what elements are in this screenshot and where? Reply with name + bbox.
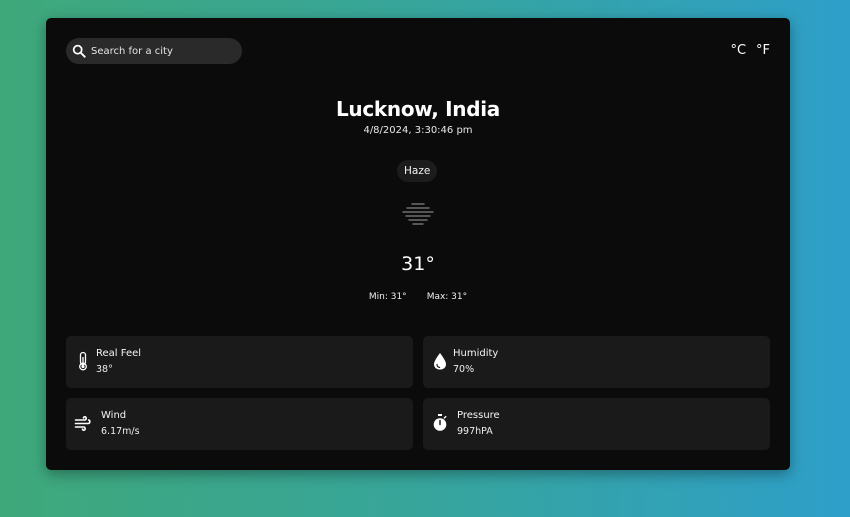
pressure-label: Pressure <box>457 410 500 421</box>
real-feel-label: Real Feel <box>96 348 142 359</box>
current-temperature: 31° <box>401 253 435 275</box>
max-temperature: Max: 31° <box>426 292 468 302</box>
search-icon[interactable] <box>72 44 86 58</box>
pressure-value: 997hPA <box>457 426 493 437</box>
thermometer-icon <box>79 351 87 371</box>
haze-icon <box>402 203 434 225</box>
real-feel-value: 38° <box>96 364 113 375</box>
search-bar[interactable] <box>66 38 242 64</box>
wind-icon <box>74 415 91 432</box>
wind-tile: Wind 6.17m/s <box>66 398 413 450</box>
pressure-tile: Pressure 997hPA <box>423 398 770 450</box>
wind-value: 6.17m/s <box>101 426 140 437</box>
city-name: Lucknow, India <box>335 97 501 121</box>
humidity-tile: Humidity 70% <box>423 336 770 388</box>
unit-toggle: °C °F <box>730 43 770 58</box>
min-temperature: Min: 31° <box>368 292 407 302</box>
water-drop-icon <box>434 353 446 370</box>
local-datetime: 4/8/2024, 3:30:46 pm <box>363 125 473 136</box>
humidity-value: 70% <box>453 364 475 375</box>
wind-label: Wind <box>101 410 127 421</box>
celsius-button[interactable]: °C <box>730 43 746 58</box>
fahrenheit-button[interactable]: °F <box>756 43 770 58</box>
humidity-label: Humidity <box>453 348 499 359</box>
stopwatch-icon <box>433 414 447 431</box>
weather-card: °C °F Lucknow, India 4/8/2024, 3:30:46 p… <box>46 18 790 470</box>
min-max-temperature: Min: 31° Max: 31° <box>46 292 790 302</box>
weather-condition-badge: Haze <box>397 160 438 182</box>
real-feel-tile: Real Feel 38° <box>66 336 413 388</box>
search-input[interactable] <box>91 45 231 57</box>
